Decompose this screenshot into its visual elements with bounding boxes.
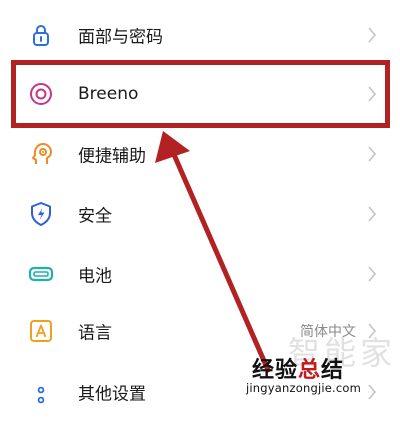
settings-item-label: 语言 bbox=[78, 323, 112, 344]
more-dots-icon bbox=[27, 378, 55, 406]
settings-item-security[interactable]: 安全 bbox=[0, 184, 400, 244]
settings-item-label: 其他设置 bbox=[78, 384, 146, 405]
settings-item-label: 面部与密码 bbox=[78, 27, 163, 48]
chevron-right-icon bbox=[366, 145, 378, 163]
chevron-right-icon bbox=[366, 265, 378, 283]
watermark: 智能家 经验总结 jingyanzongjie.com bbox=[246, 328, 396, 398]
settings-item-label: 安全 bbox=[78, 206, 112, 227]
head-assist-icon bbox=[27, 140, 55, 168]
settings-item-label: 电池 bbox=[78, 266, 112, 287]
settings-item-face-password[interactable]: 面部与密码 bbox=[0, 5, 400, 65]
lock-icon bbox=[27, 21, 55, 49]
watermark-url: jingyanzongjie.com bbox=[246, 381, 362, 395]
settings-item-accessibility[interactable]: 便捷辅助 bbox=[0, 124, 400, 184]
settings-item-label: 便捷辅助 bbox=[78, 146, 146, 167]
chevron-right-icon bbox=[366, 26, 378, 44]
settings-item-battery[interactable]: 电池 bbox=[0, 244, 400, 304]
chevron-right-icon bbox=[366, 205, 378, 223]
language-a-icon bbox=[27, 317, 55, 345]
watermark-main-text: 经验总结 bbox=[252, 358, 345, 383]
highlight-box bbox=[11, 60, 390, 128]
shield-bolt-icon bbox=[27, 200, 55, 228]
battery-icon bbox=[27, 260, 55, 288]
